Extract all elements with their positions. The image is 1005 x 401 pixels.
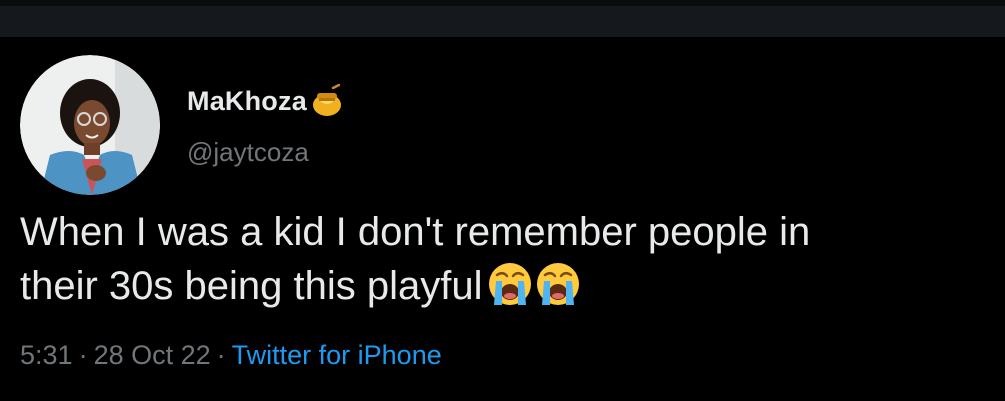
tweet-text-line-1: When I was a kid I don't remember people… [20,210,811,254]
author-handle[interactable]: @jaytcoza [187,137,309,168]
tweet-date[interactable]: 28 Oct 22 [94,340,211,370]
top-bar [0,0,1005,37]
separator-dot: · [216,340,226,370]
author-name-row[interactable]: MaKhoza [187,82,343,120]
tweet-time[interactable]: 5:31 [20,340,73,370]
tweet-meta: 5:31 · 28 Oct 22 · Twitter for iPhone [20,340,442,371]
tweet-text-line-2-text: their 30s being this playful [20,264,483,308]
tweet-text: When I was a kid I don't remember people… [20,205,980,313]
avatar-image [20,55,160,195]
loudly-crying-face-icon [535,261,581,307]
tweet-text-line-2: their 30s being this playful [20,259,980,313]
display-name[interactable]: MaKhoza [187,86,307,117]
separator-dot: · [78,340,88,370]
honey-pot-icon [311,83,343,118]
avatar[interactable] [20,55,160,195]
top-bar-edge [0,0,1005,6]
tweet-source-link[interactable]: Twitter for iPhone [232,340,442,370]
loudly-crying-face-icon [487,261,533,307]
